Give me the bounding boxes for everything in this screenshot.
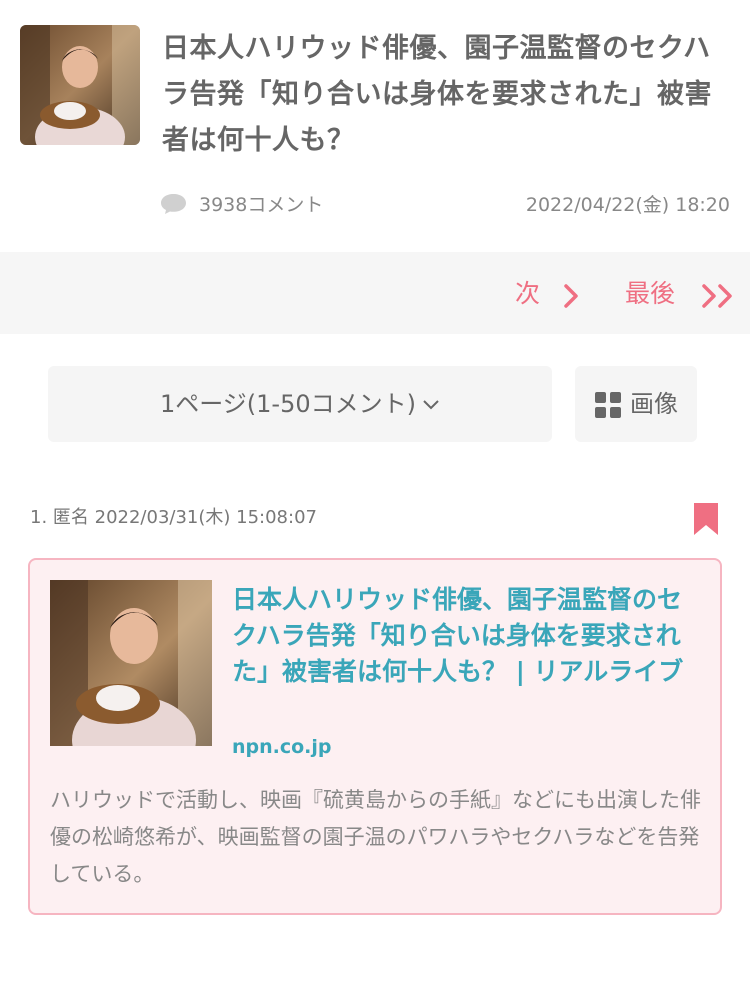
- comment-bubble-icon: [161, 194, 186, 214]
- link-preview-card[interactable]: 日本人ハリウッド俳優、園子温監督のセクハラ告発「知り合いは身体を要求された」被害…: [28, 558, 722, 915]
- comment-count[interactable]: 3938コメント: [199, 190, 323, 220]
- link-preview-title[interactable]: 日本人ハリウッド俳優、園子温監督のセクハラ告発「知り合いは身体を要求された」被害…: [232, 582, 692, 690]
- link-preview-image[interactable]: [50, 580, 212, 746]
- article-title: 日本人ハリウッド俳優、園子温監督のセクハラ告発「知り合いは身体を要求された」被害…: [162, 33, 712, 156]
- article-header: 日本人ハリウッド俳優、園子温監督のセクハラ告発「知り合いは身体を要求された」被害…: [0, 0, 750, 252]
- page-select-dropdown[interactable]: 1ページ(1-50コメント): [48, 366, 552, 442]
- grid-icon: [595, 392, 621, 418]
- double-chevron-right-icon: [702, 284, 732, 308]
- comment-header: 1. 匿名 2022/03/31(木) 15:08:07: [30, 507, 317, 528]
- page-select-value: 1ページ(1-50コメント): [160, 390, 416, 418]
- article-thumbnail[interactable]: [20, 25, 140, 145]
- last-page-link[interactable]: 最後: [625, 274, 732, 314]
- image-button-label: 画像: [630, 390, 678, 418]
- last-label: 最後: [625, 279, 676, 308]
- link-preview-description: ハリウッドで活動し、映画『硫黄島からの手紙』などにも出演した俳優の松崎悠希が、映…: [50, 788, 701, 886]
- image-view-button[interactable]: 画像: [575, 366, 697, 442]
- link-preview-domain: npn.co.jp: [232, 736, 332, 758]
- bookmark-icon[interactable]: [694, 503, 718, 535]
- article-date: 2022/04/22(金) 18:20: [525, 194, 730, 216]
- chevron-down-icon: [423, 400, 439, 410]
- next-label: 次: [515, 279, 541, 308]
- page-navigation: 次 最後: [0, 252, 750, 334]
- article-meta: 3938コメント 2022/04/22(金) 18:20: [160, 190, 730, 220]
- next-page-link[interactable]: 次: [515, 274, 578, 314]
- chevron-right-icon: [564, 284, 578, 308]
